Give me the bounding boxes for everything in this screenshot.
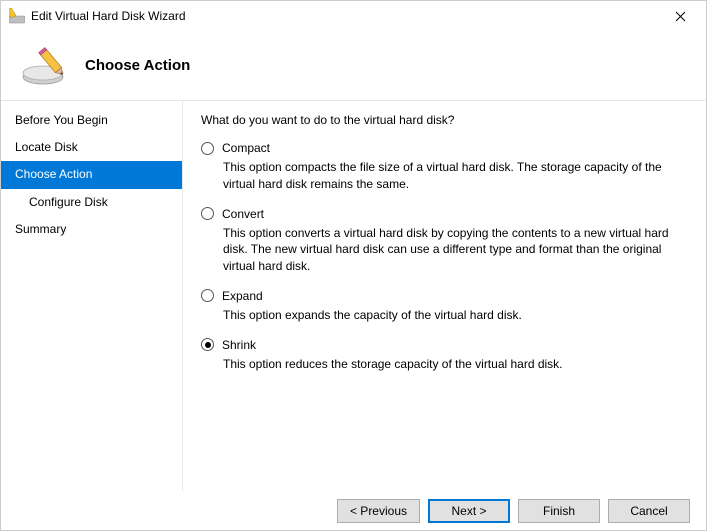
- app-icon: [9, 8, 25, 24]
- sidebar-item-locate-disk[interactable]: Locate Disk: [1, 134, 182, 161]
- option-description: This option compacts the file size of a …: [223, 159, 686, 193]
- option-shrink: Shrink This option reduces the storage ca…: [201, 338, 686, 373]
- wizard-header: Choose Action: [1, 31, 706, 101]
- option-convert: Convert This option converts a virtual ha…: [201, 207, 686, 275]
- option-description: This option expands the capacity of the …: [223, 307, 686, 324]
- radio-button-icon: [201, 207, 214, 220]
- cancel-button[interactable]: Cancel: [608, 499, 690, 523]
- radio-button-icon: [201, 142, 214, 155]
- page-title: Choose Action: [85, 57, 190, 74]
- option-label: Shrink: [222, 338, 256, 352]
- wizard-footer: < Previous Next > Finish Cancel: [1, 491, 706, 531]
- disk-pencil-icon: [21, 46, 69, 86]
- content-pane: What do you want to do to the virtual ha…: [183, 101, 706, 491]
- option-description: This option reduces the storage capacity…: [223, 356, 686, 373]
- option-description: This option converts a virtual hard disk…: [223, 225, 686, 275]
- radio-compact[interactable]: Compact: [201, 141, 686, 155]
- radio-button-icon: [201, 338, 214, 351]
- radio-button-icon: [201, 289, 214, 302]
- radio-convert[interactable]: Convert: [201, 207, 686, 221]
- window-title: Edit Virtual Hard Disk Wizard: [31, 9, 662, 23]
- question-text: What do you want to do to the virtual ha…: [201, 113, 686, 127]
- wizard-body: Before You BeginLocate DiskChoose Action…: [1, 101, 706, 491]
- previous-button[interactable]: < Previous: [337, 499, 420, 523]
- option-label: Expand: [222, 289, 263, 303]
- titlebar: Edit Virtual Hard Disk Wizard: [1, 1, 706, 31]
- sidebar-item-before-you-begin[interactable]: Before You Begin: [1, 107, 182, 134]
- next-button[interactable]: Next >: [428, 499, 510, 523]
- option-compact: Compact This option compacts the file siz…: [201, 141, 686, 193]
- sidebar-item-choose-action[interactable]: Choose Action: [1, 161, 182, 188]
- option-expand: Expand This option expands the capacity o…: [201, 289, 686, 324]
- finish-button[interactable]: Finish: [518, 499, 600, 523]
- radio-shrink[interactable]: Shrink: [201, 338, 686, 352]
- sidebar-item-summary[interactable]: Summary: [1, 216, 182, 243]
- sidebar: Before You BeginLocate DiskChoose Action…: [1, 101, 183, 491]
- radio-expand[interactable]: Expand: [201, 289, 686, 303]
- option-label: Compact: [222, 141, 270, 155]
- close-button[interactable]: [662, 2, 698, 30]
- option-label: Convert: [222, 207, 264, 221]
- sidebar-item-configure-disk[interactable]: Configure Disk: [1, 189, 182, 216]
